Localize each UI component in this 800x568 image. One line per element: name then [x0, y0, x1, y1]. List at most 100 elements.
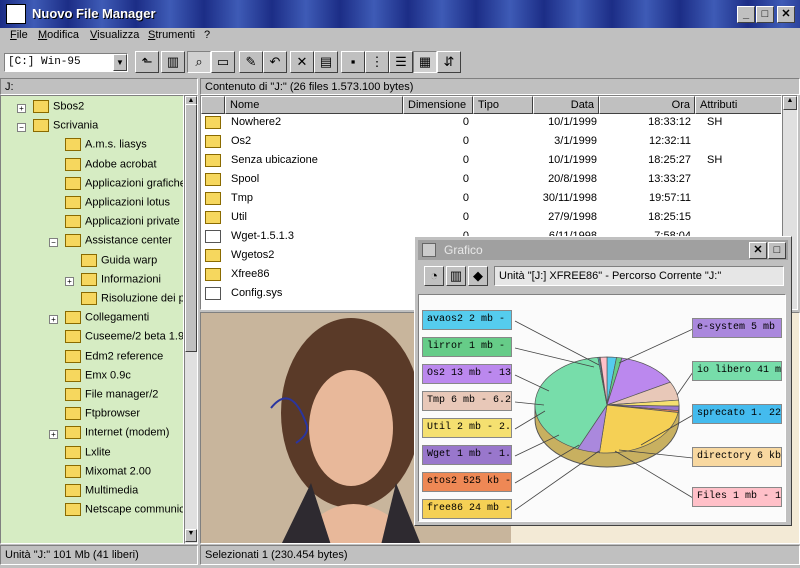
large-icons-icon[interactable]: ▪ — [341, 51, 365, 73]
folder-up-icon[interactable]: ⬑ — [135, 51, 159, 73]
menu-file[interactable]: File — [6, 29, 32, 41]
folder-icon — [65, 138, 81, 152]
expand-toggle[interactable]: + — [49, 315, 58, 325]
chart-icon[interactable]: ▥ — [161, 51, 185, 73]
menu-strumenti[interactable]: Strumenti — [144, 29, 199, 41]
folder-icon — [65, 234, 81, 248]
expand-toggle[interactable]: + — [17, 104, 26, 113]
col-attributi[interactable]: Attributi — [695, 96, 781, 114]
legend-label: directory 6 kb - — [692, 447, 782, 467]
col-nome[interactable]: Nome — [225, 96, 403, 114]
tree-item[interactable]: A.m.s. liasys — [65, 138, 147, 157]
menu-visualizza[interactable]: Visualizza — [86, 29, 143, 41]
maximize-button[interactable]: □ — [756, 6, 774, 23]
legend-label: Tmp 6 mb - 6.2% — [422, 391, 512, 411]
col-tipo[interactable]: Tipo — [473, 96, 533, 114]
tree-item[interactable]: Scrivania — [33, 119, 98, 138]
folder-icon — [65, 311, 81, 325]
small-icons-icon[interactable]: ⋮ — [365, 51, 389, 73]
tree-item[interactable]: Ftpbrowser — [65, 407, 140, 426]
tree-item-label: Scrivania — [53, 119, 99, 132]
refresh-icon[interactable]: ◆ — [468, 266, 488, 286]
tree-item[interactable]: Netscape communica — [65, 503, 183, 522]
cell-attr: SH — [707, 116, 723, 128]
file-row[interactable]: Nowhere2 0 10/1/1999 18:33:12 SH — [201, 113, 781, 132]
tree-item[interactable]: Cuseeme/2 beta 1.9 f — [65, 330, 183, 349]
cell-date: 30/11/1998 — [542, 192, 597, 204]
file-row[interactable]: Tmp 0 30/11/1998 19:57:11 — [201, 189, 781, 208]
pie-chart-icon[interactable]: ◔ — [424, 266, 444, 286]
menu-modifica[interactable]: Modifica — [34, 29, 83, 41]
tree-item[interactable]: Emx 0.9c — [65, 368, 131, 388]
tree-item[interactable]: Edm2 reference — [65, 349, 164, 369]
file-row[interactable]: Util 0 27/9/1998 18:25:15 — [201, 208, 781, 227]
tree-item[interactable]: Mixomat 2.00 — [65, 464, 151, 484]
tree-item[interactable]: File manager/2 — [65, 388, 158, 407]
tree-item-label: Multimedia — [85, 484, 139, 497]
drive-status: Unità "J:" 101 Mb (41 liberi) — [0, 545, 198, 565]
magnify-icon[interactable]: ⌕ — [187, 51, 211, 73]
expand-toggle[interactable]: − — [17, 123, 26, 133]
chart-maximize-button[interactable]: □ — [768, 242, 786, 259]
scroll-down-icon[interactable]: ▼ — [185, 529, 197, 542]
expand-toggle[interactable]: − — [49, 238, 58, 248]
folder-icon — [65, 407, 81, 421]
cell-size: 0 — [462, 154, 469, 166]
scroll-thumb[interactable] — [185, 104, 197, 352]
details-view-icon[interactable]: ▦ — [413, 51, 437, 73]
chart-close-button[interactable]: ✕ — [749, 242, 767, 259]
legend-label: etos2 525 kb - 0. — [422, 472, 512, 492]
bar-chart-icon[interactable]: ▥ — [446, 266, 466, 286]
minimize-button[interactable]: _ — [737, 6, 755, 23]
cell-name: Tmp — [231, 192, 253, 204]
sort-icon[interactable]: ⇵ — [437, 51, 461, 73]
tree-item[interactable]: Applicazioni grafiche — [65, 176, 183, 196]
tree-item[interactable]: Sbos2 — [33, 100, 84, 119]
legend-label: sprecato 1. 22 kb — [692, 404, 782, 424]
tree-item[interactable]: Multimedia — [65, 484, 138, 503]
undo-icon[interactable]: ↶ — [263, 51, 287, 73]
tree-item[interactable]: Internet (modem) — [65, 426, 169, 445]
cell-time: 19:57:11 — [648, 192, 691, 204]
tree-item[interactable]: Informazioni — [81, 272, 161, 292]
window-title: Nuovo File Manager — [32, 6, 156, 21]
expand-toggle[interactable]: + — [65, 276, 74, 286]
menu-help[interactable]: ? — [200, 29, 214, 41]
file-icon — [205, 230, 221, 243]
file-row[interactable]: Senza ubicazione 0 10/1/1999 18:25:27 SH — [201, 151, 781, 170]
delete-icon[interactable]: ✕ — [290, 51, 314, 73]
tree-item[interactable]: Lxlite — [65, 445, 111, 465]
tree-item[interactable]: Applicazioni private — [65, 215, 180, 234]
tree-item-label: Ftpbrowser — [85, 407, 141, 420]
window-icon[interactable]: ▭ — [211, 51, 235, 73]
expand-toggle[interactable]: + — [49, 430, 58, 440]
tree-item[interactable]: Guida warp — [81, 253, 157, 273]
file-row[interactable]: Spool 0 20/8/1998 13:33:27 — [201, 170, 781, 189]
close-button[interactable]: ✕ — [777, 6, 795, 23]
drive-select[interactable]: [C:] Win-95 — [4, 53, 128, 72]
list-view-icon[interactable]: ☰ — [389, 51, 413, 73]
col-data[interactable]: Data — [533, 96, 599, 114]
properties-icon[interactable]: ▤ — [314, 51, 338, 73]
edit-icon[interactable]: ✎ — [239, 51, 263, 73]
cell-name: Os2 — [231, 135, 252, 147]
window-menu-icon[interactable] — [422, 243, 436, 257]
folder-tree[interactable]: + Sbos2 − Scrivania A.m.s. liasys Adobe acrob… — [0, 95, 184, 544]
leader-line — [514, 444, 580, 484]
scroll-up-icon[interactable]: ▲ — [783, 96, 797, 110]
tree-item-label: Sbos2 — [53, 100, 85, 113]
col-ora[interactable]: Ora — [599, 96, 695, 114]
col-dimensione[interactable]: Dimensione — [403, 96, 473, 114]
tree-item[interactable]: Assistance center — [65, 234, 172, 253]
tree-scrollbar[interactable]: ▲ ▼ — [184, 95, 198, 544]
tree-item-label: Collegamenti — [85, 311, 150, 324]
tree-item-label: Edm2 reference — [85, 350, 164, 363]
file-row[interactable]: Os2 0 3/1/1999 12:32:11 — [201, 132, 781, 151]
tree-item[interactable]: Risoluzione dei pr — [81, 292, 183, 311]
col-icon[interactable] — [201, 96, 225, 114]
tree-item[interactable]: Adobe acrobat — [65, 157, 157, 177]
tree-item[interactable]: Applicazioni lotus — [65, 196, 170, 215]
chart-window-title: Grafico — [444, 243, 483, 257]
chevron-down-icon[interactable]: ▼ — [113, 54, 127, 71]
tree-item[interactable]: Collegamenti — [65, 311, 149, 330]
